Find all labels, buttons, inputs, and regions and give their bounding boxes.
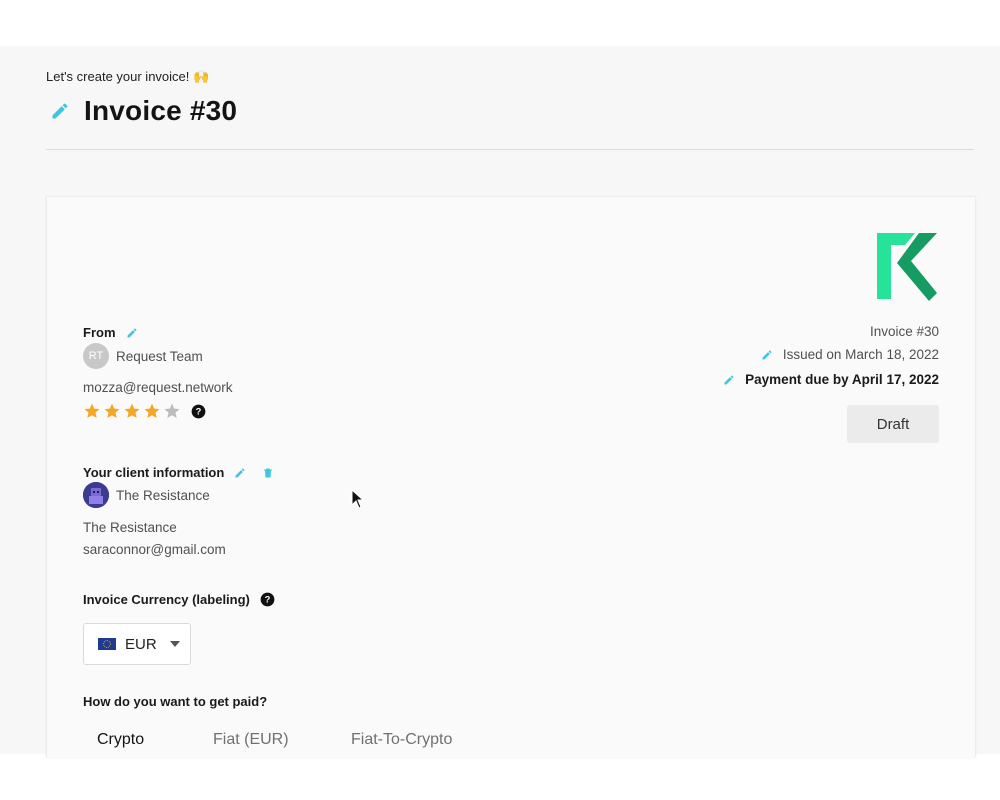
greeting-text: Let's create your invoice! 🙌 xyxy=(46,69,210,84)
edit-issued-date-pencil-icon[interactable] xyxy=(761,349,773,361)
edit-due-date-pencil-icon[interactable] xyxy=(723,374,735,386)
tab-fiat[interactable]: Fiat (EUR) xyxy=(199,727,337,753)
sender-name: Request Team xyxy=(116,348,203,364)
header-divider xyxy=(46,149,974,150)
svg-text:?: ? xyxy=(265,595,271,605)
request-logo-icon xyxy=(877,233,937,301)
client-company: The Resistance xyxy=(83,520,177,535)
issued-date: Issued on March 18, 2022 xyxy=(782,347,939,362)
client-name: The Resistance xyxy=(116,487,210,503)
from-header: From xyxy=(83,325,138,340)
currency-label: Invoice Currency (labeling) xyxy=(83,592,250,607)
client-avatar xyxy=(83,482,109,508)
from-label: From xyxy=(83,325,116,340)
client-email: saraconnor@gmail.com xyxy=(83,542,226,557)
status-badge: Draft xyxy=(847,405,939,443)
eu-flag-icon xyxy=(98,638,116,650)
currency-header: Invoice Currency (labeling) ? xyxy=(83,592,275,607)
invoice-number-row: Invoice #30 xyxy=(870,324,939,339)
star-filled-icon xyxy=(104,403,120,418)
due-date-row: Payment due by April 17, 2022 xyxy=(723,372,939,387)
chevron-down-icon xyxy=(169,641,180,647)
star-filled-icon xyxy=(124,403,140,418)
invoice-card: From RT Request Team mozza@request.netwo… xyxy=(46,196,976,757)
payment-tabs: Crypto Fiat (EUR) Fiat-To-Crypto xyxy=(83,727,466,753)
star-empty-icon xyxy=(164,403,180,418)
currency-help-icon[interactable]: ? xyxy=(260,592,275,607)
edit-title-pencil-icon[interactable] xyxy=(50,101,70,121)
svg-text:?: ? xyxy=(196,406,202,416)
client-row: The Resistance xyxy=(83,482,210,508)
edit-sender-pencil-icon[interactable] xyxy=(126,327,138,339)
due-date: Payment due by April 17, 2022 xyxy=(745,372,939,387)
client-header: Your client information xyxy=(83,465,274,480)
tab-fiat-to-crypto[interactable]: Fiat-To-Crypto xyxy=(337,727,466,753)
pixel-avatar-icon xyxy=(83,482,109,508)
sender-row: RT Request Team xyxy=(83,343,203,369)
title-row: Invoice #30 xyxy=(50,93,237,129)
client-label: Your client information xyxy=(83,465,225,480)
tab-crypto[interactable]: Crypto xyxy=(83,727,199,753)
currency-value: EUR xyxy=(125,635,157,653)
edit-client-pencil-icon[interactable] xyxy=(234,467,246,479)
invoice-number: Invoice #30 xyxy=(869,324,939,339)
star-filled-icon xyxy=(84,403,100,418)
sender-avatar: RT xyxy=(83,343,109,369)
delete-client-trash-icon[interactable] xyxy=(262,467,274,479)
sender-rating: ? xyxy=(83,402,206,420)
star-filled-icon xyxy=(144,403,160,418)
rating-help-icon[interactable]: ? xyxy=(191,404,206,419)
currency-select[interactable]: EUR xyxy=(83,623,191,665)
payment-question: How do you want to get paid? xyxy=(83,694,268,709)
mouse-cursor-icon xyxy=(351,489,365,509)
sender-email: mozza@request.network xyxy=(83,380,233,395)
page-title: Invoice #30 xyxy=(84,95,238,126)
issued-date-row: Issued on March 18, 2022 xyxy=(761,347,939,362)
